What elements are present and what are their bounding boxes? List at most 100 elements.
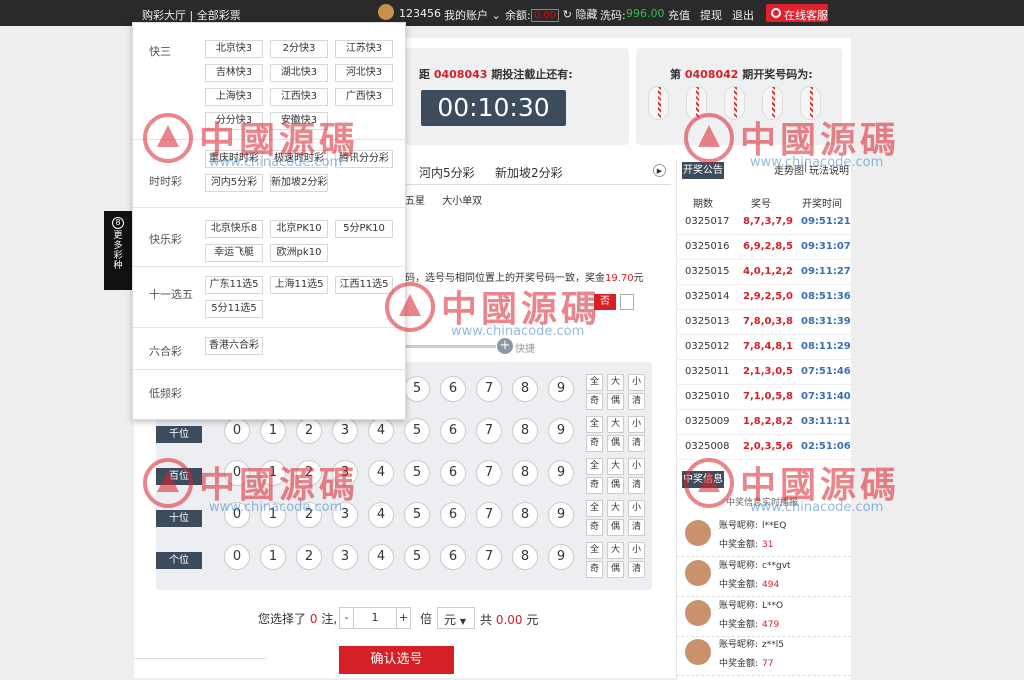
play-tab-five-star[interactable]: 五星 <box>405 196 425 207</box>
more-lotteries-tab[interactable]: 8 更多彩种 <box>104 211 132 290</box>
multiple-minus-button[interactable]: - <box>339 607 354 629</box>
number-ball[interactable]: 4 <box>368 544 394 570</box>
number-ball[interactable]: 4 <box>368 460 394 486</box>
tab-hanoi-5min[interactable]: 河内5分彩 <box>419 164 475 181</box>
number-ball[interactable]: 1 <box>260 544 286 570</box>
quick-select-button[interactable]: 奇 <box>586 561 603 578</box>
quick-select-button[interactable]: 大 <box>607 500 624 517</box>
number-ball[interactable]: 9 <box>548 418 574 444</box>
menu-item[interactable]: 北京快3 <box>205 40 263 58</box>
multiple-input[interactable]: 1 <box>353 607 397 629</box>
number-ball[interactable]: 5 <box>404 418 430 444</box>
multiple-plus-button[interactable]: + <box>396 607 411 629</box>
menu-item[interactable]: 江西快3 <box>270 88 328 106</box>
quick-select-button[interactable]: 奇 <box>586 519 603 536</box>
quick-select-button[interactable]: 小 <box>628 416 645 433</box>
menu-item[interactable]: 5分11选5 <box>205 300 263 318</box>
hide-balance-button[interactable]: 隐藏 <box>575 8 597 21</box>
plus-circle-icon[interactable]: + <box>497 338 513 354</box>
play-tab-big-small[interactable]: 大小单双 <box>442 196 482 207</box>
number-ball[interactable]: 8 <box>512 502 538 528</box>
number-ball[interactable]: 7 <box>476 544 502 570</box>
quick-select-button[interactable]: 全 <box>586 458 603 475</box>
recharge-link[interactable]: 充值 <box>668 7 690 23</box>
refresh-icon[interactable]: ↻ <box>563 8 572 21</box>
number-ball[interactable]: 3 <box>332 418 358 444</box>
menu-item[interactable]: 江西11选5 <box>335 276 393 294</box>
quick-select-button[interactable]: 小 <box>628 500 645 517</box>
quick-select-button[interactable]: 全 <box>586 374 603 391</box>
number-ball[interactable]: 6 <box>440 418 466 444</box>
menu-item[interactable]: 5分PK10 <box>335 220 393 238</box>
number-ball[interactable]: 8 <box>512 544 538 570</box>
quick-select-button[interactable]: 小 <box>628 542 645 559</box>
menu-item[interactable]: 河北快3 <box>335 64 393 82</box>
rebate-slider[interactable] <box>406 345 496 348</box>
number-ball[interactable]: 7 <box>476 418 502 444</box>
number-ball[interactable]: 8 <box>512 418 538 444</box>
unit-select[interactable]: 元 ▼ <box>437 607 475 629</box>
number-ball[interactable]: 6 <box>440 544 466 570</box>
tab-draw-notice[interactable]: 开奖公告 <box>682 162 724 179</box>
quick-select-button[interactable]: 偶 <box>607 477 624 494</box>
quick-select-button[interactable]: 清 <box>628 435 645 452</box>
menu-item[interactable]: 幸运飞艇 <box>205 244 263 262</box>
menu-item[interactable]: 江苏快3 <box>335 40 393 58</box>
menu-item[interactable]: 上海快3 <box>205 88 263 106</box>
number-ball[interactable]: 0 <box>224 544 250 570</box>
tab-singapore-2min[interactable]: 新加坡2分彩 <box>495 164 563 181</box>
number-ball[interactable]: 8 <box>512 460 538 486</box>
quick-select-button[interactable]: 全 <box>586 542 603 559</box>
quick-select-button[interactable]: 偶 <box>607 561 624 578</box>
quick-select-button[interactable]: 清 <box>628 477 645 494</box>
menu-item[interactable]: 河内5分彩 <box>205 174 263 192</box>
menu-item[interactable]: 香港六合彩 <box>205 337 263 355</box>
menu-item[interactable]: 北京PK10 <box>270 220 328 238</box>
confirm-selection-button[interactable]: 确认选号 <box>339 646 454 674</box>
quick-select-button[interactable]: 小 <box>628 374 645 391</box>
number-ball[interactable]: 8 <box>512 376 538 402</box>
menu-item[interactable]: 2分快3 <box>270 40 328 58</box>
number-ball[interactable]: 7 <box>476 502 502 528</box>
my-account-menu[interactable]: 我的账户 ⌄ <box>444 7 501 23</box>
menu-item[interactable]: 欧洲pk10 <box>270 244 328 262</box>
number-ball[interactable]: 4 <box>368 418 394 444</box>
number-ball[interactable]: 5 <box>404 502 430 528</box>
number-ball[interactable]: 7 <box>476 376 502 402</box>
quick-select-button[interactable]: 奇 <box>586 435 603 452</box>
quick-select-button[interactable]: 大 <box>607 458 624 475</box>
quick-select-button[interactable]: 大 <box>607 416 624 433</box>
quick-select-button[interactable]: 奇 <box>586 393 603 410</box>
quick-select-button[interactable]: 清 <box>628 519 645 536</box>
quick-select-button[interactable]: 偶 <box>607 519 624 536</box>
number-ball[interactable]: 7 <box>476 460 502 486</box>
number-ball[interactable]: 2 <box>296 418 322 444</box>
quick-select-button[interactable]: 全 <box>586 416 603 433</box>
number-ball[interactable]: 4 <box>368 502 394 528</box>
menu-item[interactable]: 广东11选5 <box>205 276 263 294</box>
menu-item[interactable]: 北京快乐8 <box>205 220 263 238</box>
quick-select-button[interactable]: 奇 <box>586 477 603 494</box>
online-service-button[interactable]: 在线客服 <box>766 4 828 22</box>
quick-select-button[interactable]: 清 <box>628 561 645 578</box>
withdraw-link[interactable]: 提现 <box>700 7 722 23</box>
logout-link[interactable]: 退出 <box>732 7 754 23</box>
menu-item[interactable]: 湖北快3 <box>270 64 328 82</box>
quick-select-button[interactable]: 清 <box>628 393 645 410</box>
menu-item[interactable]: 吉林快3 <box>205 64 263 82</box>
mode-toggle[interactable] <box>620 294 634 310</box>
quick-select-button[interactable]: 大 <box>607 542 624 559</box>
quick-select-button[interactable]: 偶 <box>607 435 624 452</box>
number-ball[interactable]: 3 <box>332 544 358 570</box>
number-ball[interactable]: 0 <box>224 418 250 444</box>
menu-item[interactable]: 新加坡2分彩 <box>270 174 328 192</box>
quick-select-button[interactable]: 大 <box>607 374 624 391</box>
quick-select-button[interactable]: 小 <box>628 458 645 475</box>
number-ball[interactable]: 5 <box>404 376 430 402</box>
number-ball[interactable]: 9 <box>548 376 574 402</box>
menu-item[interactable]: 广西快3 <box>335 88 393 106</box>
number-ball[interactable]: 6 <box>440 376 466 402</box>
number-ball[interactable]: 9 <box>548 544 574 570</box>
number-ball[interactable]: 1 <box>260 418 286 444</box>
number-ball[interactable]: 6 <box>440 502 466 528</box>
